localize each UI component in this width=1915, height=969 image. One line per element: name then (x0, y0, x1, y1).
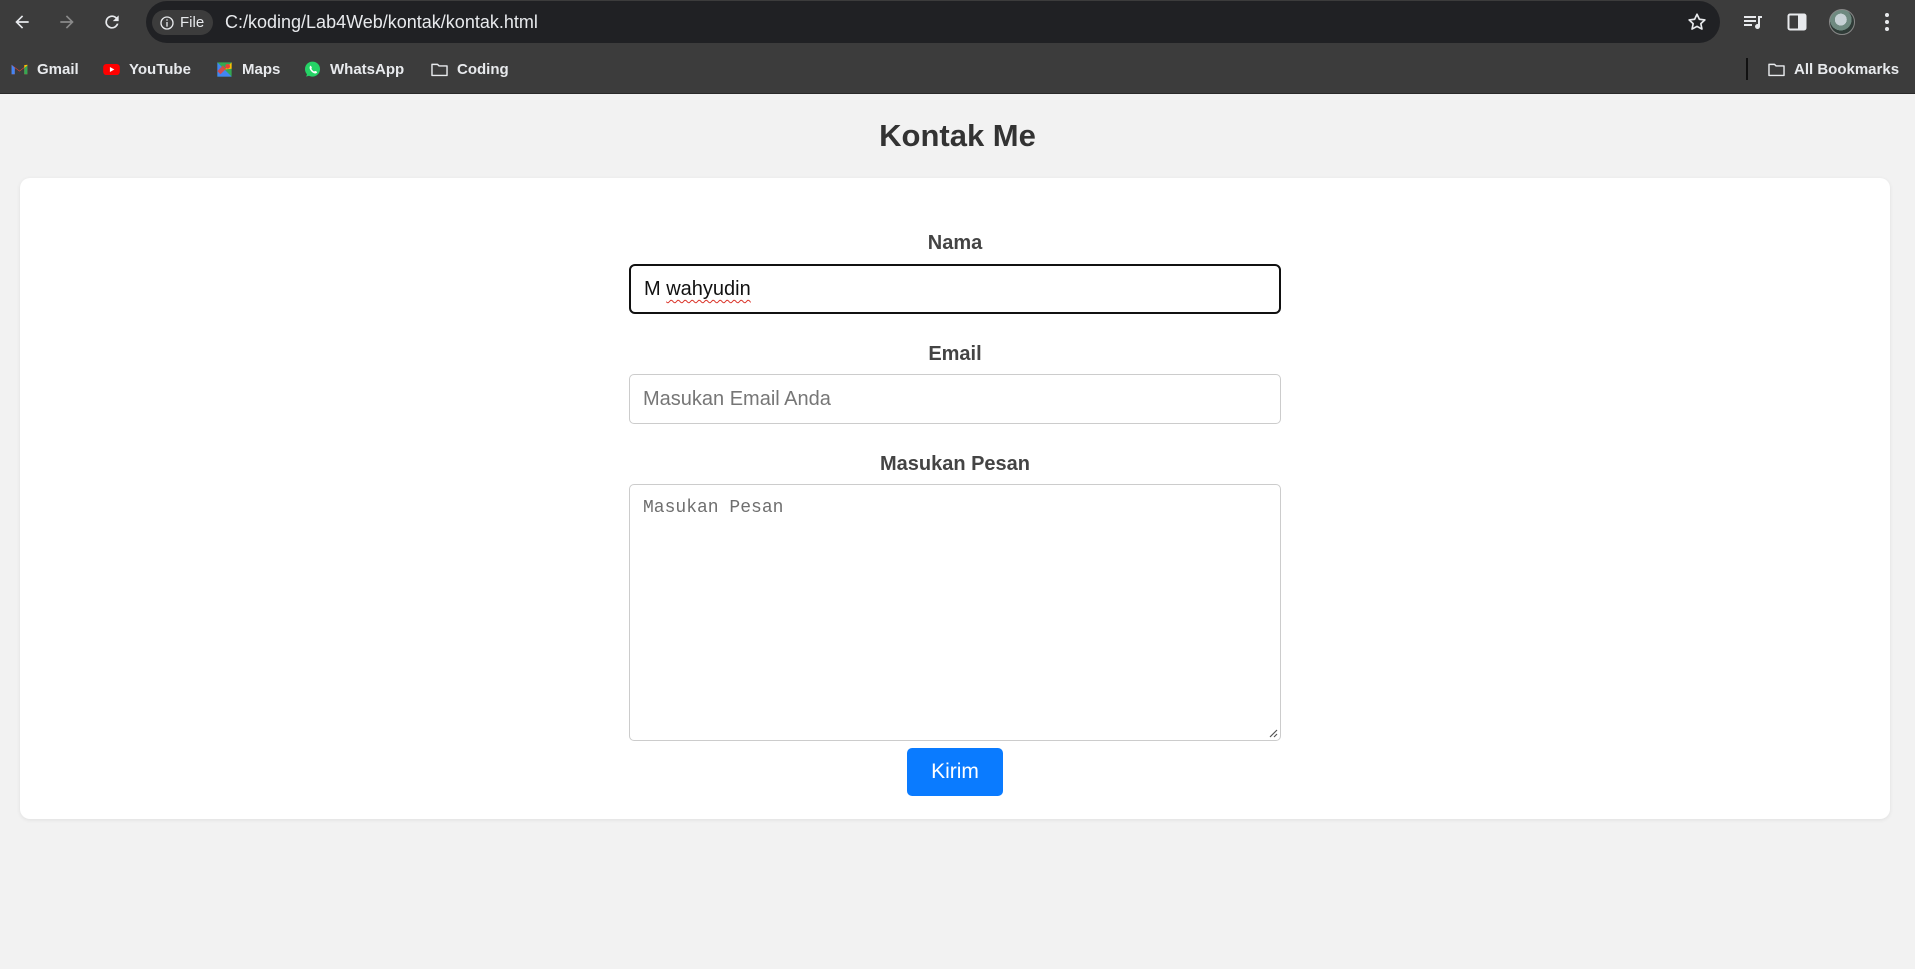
bookmark-folder-coding[interactable]: Coding (430, 57, 509, 81)
nama-input-value: M wahyudin (644, 278, 751, 301)
nama-input[interactable]: M wahyudin (629, 264, 1281, 314)
reload-icon (105, 15, 119, 29)
page-title: Kontak Me (879, 118, 1036, 153)
pesan-textarea[interactable]: Masukan Pesan (629, 484, 1281, 741)
bookmark-youtube[interactable]: YouTube (102, 57, 191, 81)
gmail-icon (11, 64, 28, 74)
email-label: Email (928, 343, 982, 365)
email-input[interactable]: Masukan Email Anda (629, 374, 1281, 424)
nama-value-first: M (644, 278, 661, 300)
address-bar[interactable]: File C:/koding/Lab4Web/kontak/kontak.htm… (146, 1, 1720, 43)
forward-arrow-icon (60, 15, 74, 29)
kirim-button[interactable]: Kirim (907, 748, 1003, 796)
reading-list-icon[interactable] (1741, 10, 1765, 34)
page-content: Kontak Me Nama M wahyudin Email Masukan … (0, 94, 1915, 969)
folder-icon (1768, 63, 1785, 76)
bookmark-maps[interactable]: Maps (215, 57, 280, 81)
side-panel-icon[interactable] (1785, 10, 1809, 34)
nama-value-rest: wahyudin (666, 278, 751, 300)
back-arrow-icon (15, 15, 29, 29)
reload-button[interactable] (96, 6, 128, 38)
bookmarks-bar: Gmail YouTube Maps WhatsApp Coding All B… (0, 44, 1915, 94)
whatsapp-icon (304, 61, 321, 77)
bookmark-label: YouTube (129, 60, 191, 78)
browser-toolbar: File C:/koding/Lab4Web/kontak/kontak.htm… (0, 0, 1915, 44)
site-info-label: File (180, 14, 205, 31)
site-info-chip[interactable]: File (152, 10, 214, 35)
youtube-icon (103, 63, 120, 75)
bookmark-whatsapp[interactable]: WhatsApp (303, 57, 404, 81)
back-button[interactable] (6, 6, 38, 38)
more-menu-icon[interactable] (1875, 10, 1899, 34)
bookmark-gmail[interactable]: Gmail (10, 57, 79, 81)
profile-avatar[interactable] (1829, 9, 1855, 35)
contact-form-card: Nama M wahyudin Email Masukan Email Anda… (20, 178, 1890, 819)
bookmarks-divider (1746, 58, 1748, 80)
forward-button[interactable] (51, 6, 83, 38)
bookmark-star-icon[interactable] (1686, 11, 1708, 33)
bookmark-label: Coding (457, 60, 509, 78)
all-bookmarks-label: All Bookmarks (1794, 60, 1900, 78)
bookmark-label: WhatsApp (330, 60, 405, 78)
pesan-label: Masukan Pesan (879, 453, 1031, 475)
pesan-placeholder: Masukan Pesan (643, 498, 784, 518)
maps-icon (217, 61, 232, 77)
resize-grip-icon[interactable] (1268, 728, 1278, 738)
folder-icon (431, 63, 448, 76)
email-placeholder: Masukan Email Anda (643, 388, 831, 410)
url-text[interactable]: C:/koding/Lab4Web/kontak/kontak.html (225, 12, 538, 33)
nama-label: Nama (927, 232, 983, 254)
bookmark-label: Gmail (37, 60, 79, 78)
info-icon (160, 15, 174, 30)
all-bookmarks-button[interactable]: All Bookmarks (1767, 57, 1899, 81)
bookmark-label: Maps (242, 60, 281, 78)
